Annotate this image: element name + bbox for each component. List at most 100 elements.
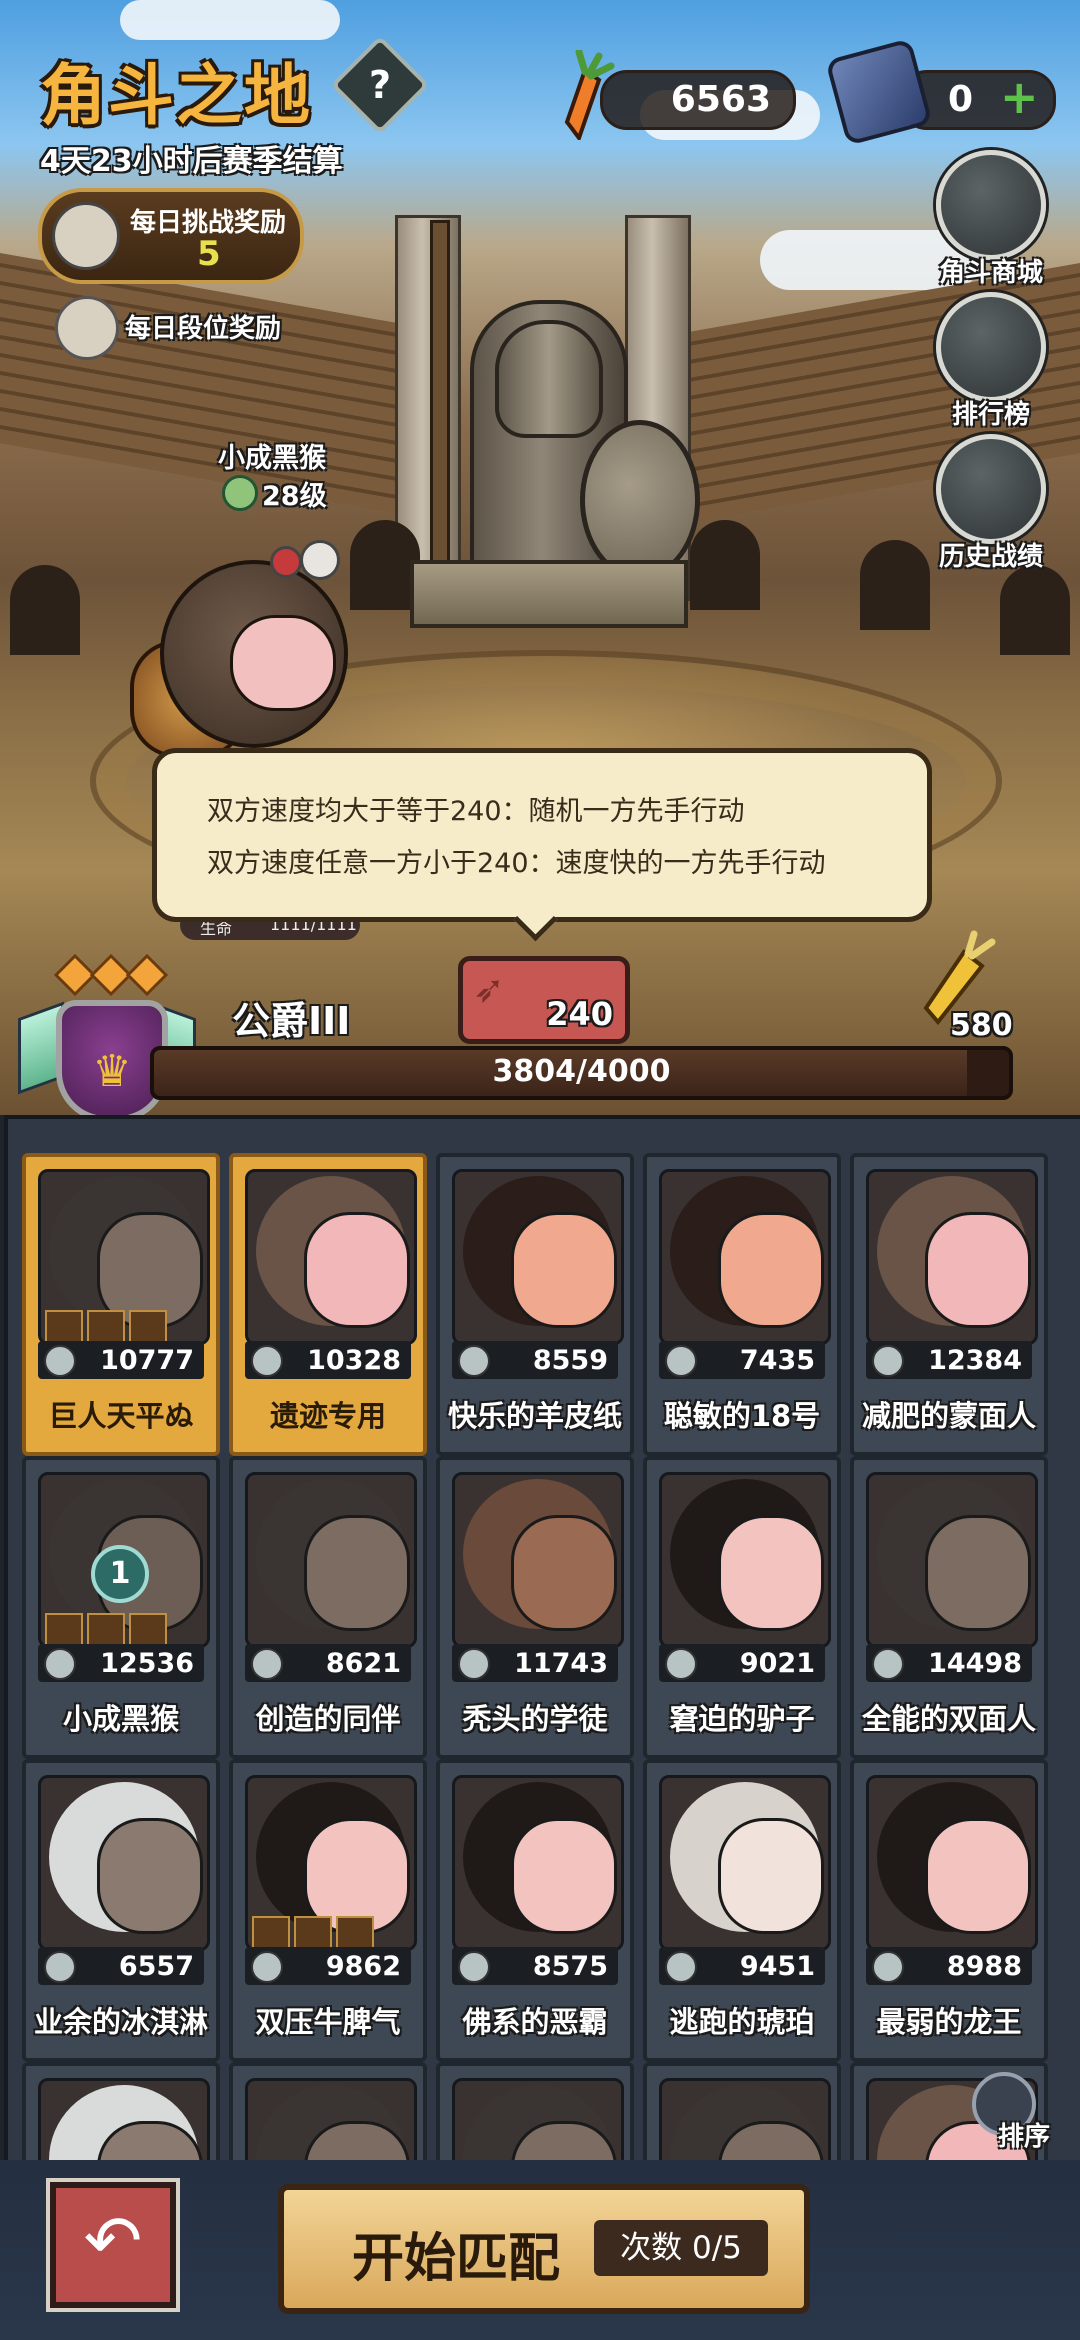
equipment-slots [45,1310,207,1342]
card-name: 秃头的学徒 [462,1702,608,1736]
character-card[interactable]: 10328 遗迹专用 [229,1153,427,1456]
class-icon [665,1648,697,1680]
class-icon [251,1951,283,1983]
card-power: 10777 [100,1345,194,1376]
class-icon [665,1345,697,1377]
character-name: 小成黑猴 [218,443,326,474]
power-bar: 9862 [245,1947,411,1985]
card-power: 12384 [928,1345,1022,1376]
character-portrait [38,1169,210,1345]
portrait-face [718,1818,824,1934]
sort-label: 排序 [998,2122,1051,2152]
power-bar: 10328 [245,1341,411,1379]
speed-badge[interactable]: ➶ 240 [458,956,630,1044]
statue-pedestal [410,560,688,628]
add-gem-button[interactable]: + [1000,74,1039,120]
card-power: 9021 [739,1648,815,1679]
speed-icon: ➶ [473,967,505,1011]
character-card[interactable]: 14498 全能的双面人 [850,1456,1048,1759]
power-bar: 8559 [452,1341,618,1379]
portrait-face [718,1515,824,1631]
portrait-face [511,1515,617,1631]
gem-count: 0 [948,79,974,120]
character-card[interactable]: 10777 巨人天平ぬ [22,1153,220,1456]
portrait-face [511,1212,617,1328]
equipment-icon [336,1916,374,1948]
daily-rank-label: 每日段位奖励 [125,314,282,344]
speed-rule-tooltip: 双方速度均大于等于240：随机一方先手行动 双方速度任意一方小于240：速度快的… [152,748,932,922]
statue-spear [430,220,450,596]
equipment-icon [45,1310,83,1342]
character-portrait [38,2078,210,2164]
character-card[interactable] [643,2062,841,2164]
question-icon: ? [368,63,392,107]
power-bar: 8988 [866,1947,1032,1985]
stands-left [0,252,420,518]
equipment-icon [45,1613,83,1645]
page-title: 角斗之地 [40,57,312,134]
equipment-icon [129,1310,167,1342]
character-card[interactable] [229,2062,427,2164]
card-power: 10328 [307,1345,401,1376]
back-arrow-icon: ↶ [83,2200,143,2282]
sort-button[interactable]: 排序 [948,2072,1060,2156]
card-power: 12536 [100,1648,194,1679]
start-match-button[interactable]: 开始匹配 次数 0/5 [278,2184,810,2314]
portrait-face [925,1212,1031,1328]
card-power: 14498 [928,1648,1022,1679]
equipment-slots [45,1613,207,1645]
character-portrait [38,1775,210,1951]
character-card[interactable]: 9021 窘迫的驴子 [643,1456,841,1759]
character-portrait: 1 [38,1472,210,1648]
leaderboard-button[interactable]: 排行榜 [935,292,1047,431]
trophy-icon [936,292,1046,402]
golden-carrot-count: 580 [950,1008,1013,1043]
card-name: 业余的冰淇淋 [33,2005,208,2039]
card-name: 佛系的恶霸 [462,2005,608,2039]
character-portrait [659,1169,831,1345]
money-bag-icon [936,150,1046,260]
character-portrait [245,2078,417,2164]
character-card[interactable]: 11743 秃头的学徒 [436,1456,634,1759]
card-power: 7435 [739,1345,815,1376]
character-card[interactable]: 12384 减肥的蒙面人 [850,1153,1048,1456]
knight-shield [580,420,700,580]
character-card[interactable]: 1 12536 小成黑猴 [22,1456,220,1759]
portrait-face [304,1212,410,1328]
character-portrait [452,1775,624,1951]
character-face [230,615,336,711]
character-card[interactable] [22,2062,220,2164]
battle-history-button[interactable]: 历史战绩 [935,434,1047,573]
character-card[interactable] [436,2062,634,2164]
power-bar: 8621 [245,1644,411,1682]
card-power: 8988 [946,1951,1022,1982]
back-button[interactable]: ↶ [50,2182,176,2308]
card-power: 8575 [532,1951,608,1982]
power-bar: 9451 [659,1947,825,1985]
class-icon [665,1951,697,1983]
character-card[interactable]: 8575 佛系的恶霸 [436,1759,634,2062]
character-card[interactable]: 9862 双压牛脾气 [229,1759,427,2062]
character-card[interactable]: 8559 快乐的羊皮纸 [436,1153,634,1456]
card-power: 9451 [739,1951,815,1982]
character-card[interactable]: 7435 聪敏的18号 [643,1153,841,1456]
card-power: 11743 [514,1648,608,1679]
tooltip-line: 双方速度均大于等于240：随机一方先手行动 [207,796,745,827]
tooltip-line: 双方速度任意一方小于240：速度快的一方先手行动 [207,848,826,879]
card-name: 最弱的龙王 [876,2005,1022,2039]
class-icon [458,1345,490,1377]
card-name: 快乐的羊皮纸 [447,1399,622,1433]
class-icon [44,1648,76,1680]
power-bar: 12384 [866,1341,1032,1379]
daily-challenge-reward-button[interactable]: 每日挑战奖励 5 [38,188,304,284]
character-card[interactable]: 6557 业余的冰淇淋 [22,1759,220,2062]
card-name: 窘迫的驴子 [669,1702,815,1736]
card-badge: 1 [91,1545,149,1603]
character-model[interactable] [120,520,370,760]
arena-shop-button[interactable]: 角斗商城 [935,150,1047,289]
character-ornament [300,540,340,580]
character-card[interactable]: 8621 创造的同伴 [229,1456,427,1759]
card-power: 8621 [325,1648,401,1679]
character-card[interactable]: 8988 最弱的龙王 [850,1759,1048,2062]
character-card[interactable]: 9451 逃跑的琥珀 [643,1759,841,2062]
